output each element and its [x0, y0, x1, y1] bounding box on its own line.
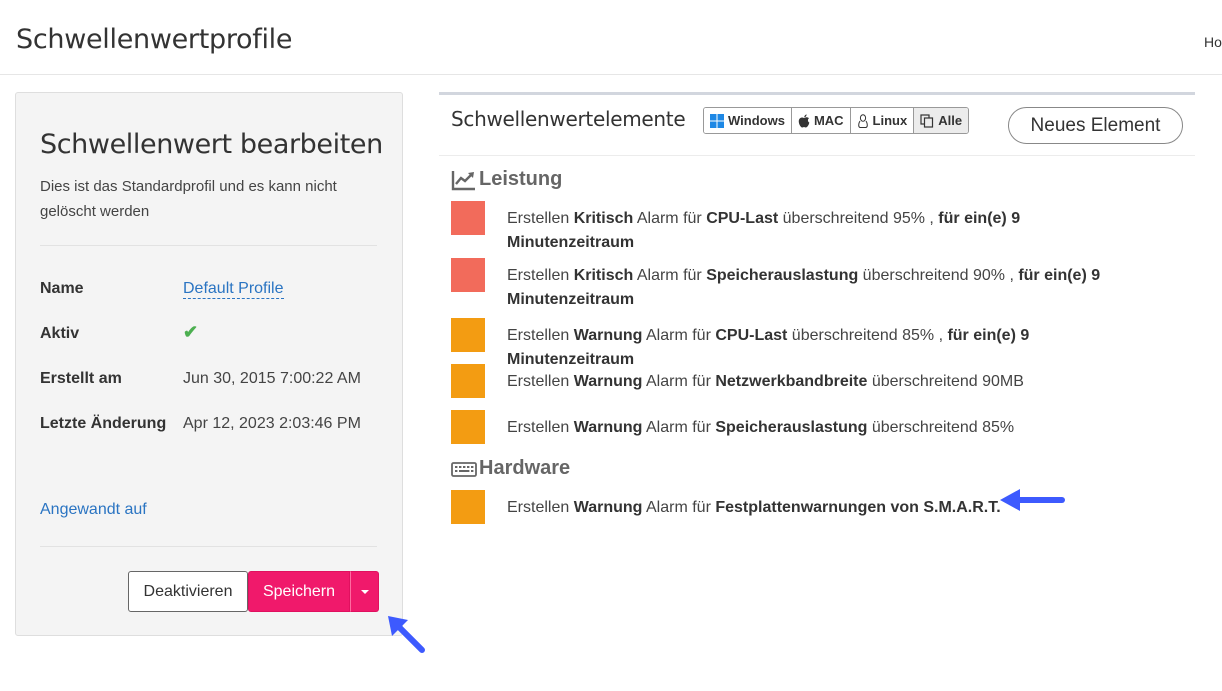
severity-critical-swatch	[451, 201, 485, 235]
divider	[40, 245, 377, 246]
item-text: Erstellen Kritisch Alarm für CPU-Last üb…	[507, 210, 1021, 251]
filter-all-label: Alle	[938, 113, 963, 128]
section-performance: Leistung	[451, 168, 562, 191]
panel-title: Schwellenwert bearbeiten	[40, 129, 383, 160]
line-chart-icon	[451, 170, 475, 190]
severity-warning-swatch	[451, 490, 485, 524]
copy-icon	[920, 113, 934, 128]
name-value[interactable]: Default Profile	[183, 280, 284, 299]
panel-description: Dies ist das Standardprofil und es kann …	[40, 178, 337, 220]
annotation-arrow-icon	[1000, 489, 1065, 511]
elements-panel-title: Schwellenwertelemente	[451, 107, 686, 131]
edit-threshold-panel: Schwellenwert bearbeiten Dies ist das St…	[15, 92, 403, 636]
item-text: Erstellen Kritisch Alarm für Speicheraus…	[507, 267, 1101, 308]
elements-panel-border	[439, 92, 1195, 95]
windows-icon	[710, 113, 724, 128]
created-value: Jun 30, 2015 7:00:22 AM	[183, 370, 361, 387]
section-hardware: Hardware	[451, 457, 570, 480]
item-text: Erstellen Warnung Alarm für Netzwerkband…	[507, 373, 1024, 390]
modified-value: Apr 12, 2023 2:03:46 PM	[183, 415, 361, 432]
item-text: Erstellen Warnung Alarm für CPU-Last übe…	[507, 327, 1030, 368]
check-icon: ✔	[183, 322, 199, 342]
home-link[interactable]: Ho	[1204, 34, 1222, 50]
os-filter-group: Windows MAC Linux Alle	[703, 107, 970, 134]
severity-warning-swatch	[451, 318, 485, 352]
filter-windows-label: Windows	[728, 113, 785, 128]
page-title: Schwellenwertprofile	[16, 24, 293, 55]
divider	[40, 546, 377, 547]
filter-linux-label: Linux	[872, 113, 908, 128]
section-title: Leistung	[479, 168, 563, 190]
name-label: Name	[40, 280, 84, 297]
filter-all[interactable]: Alle	[914, 108, 969, 133]
profile-name-link[interactable]: Default Profile	[183, 280, 284, 299]
filter-mac-label: MAC	[813, 113, 844, 128]
top-bar: Schwellenwertprofile Ho	[0, 0, 1222, 75]
active-label: Aktiv	[40, 325, 80, 342]
save-dropdown-button[interactable]	[350, 571, 379, 612]
divider	[439, 155, 1195, 156]
save-button[interactable]: Speichern	[248, 571, 350, 612]
severity-warning-swatch	[451, 364, 485, 398]
severity-warning-swatch	[451, 410, 485, 444]
keyboard-icon	[451, 461, 477, 477]
applied-to-link[interactable]: Angewandt auf	[40, 501, 147, 519]
filter-mac[interactable]: MAC	[791, 108, 851, 133]
severity-critical-swatch	[451, 258, 485, 292]
created-label: Erstellt am	[40, 370, 122, 387]
modified-label: Letzte Änderung	[40, 415, 167, 432]
item-text: Erstellen Warnung Alarm für Speicherausl…	[507, 419, 1015, 436]
filter-linux[interactable]: Linux	[850, 108, 915, 133]
apple-icon	[798, 113, 810, 127]
deactivate-button[interactable]: Deaktivieren	[128, 571, 248, 612]
annotation-arrow-icon	[388, 616, 425, 653]
filter-windows[interactable]: Windows	[704, 108, 792, 133]
caret-down-icon	[360, 589, 369, 594]
linux-icon	[857, 113, 868, 128]
new-element-button[interactable]: Neues Element	[1008, 107, 1183, 144]
section-title: Hardware	[479, 457, 571, 479]
